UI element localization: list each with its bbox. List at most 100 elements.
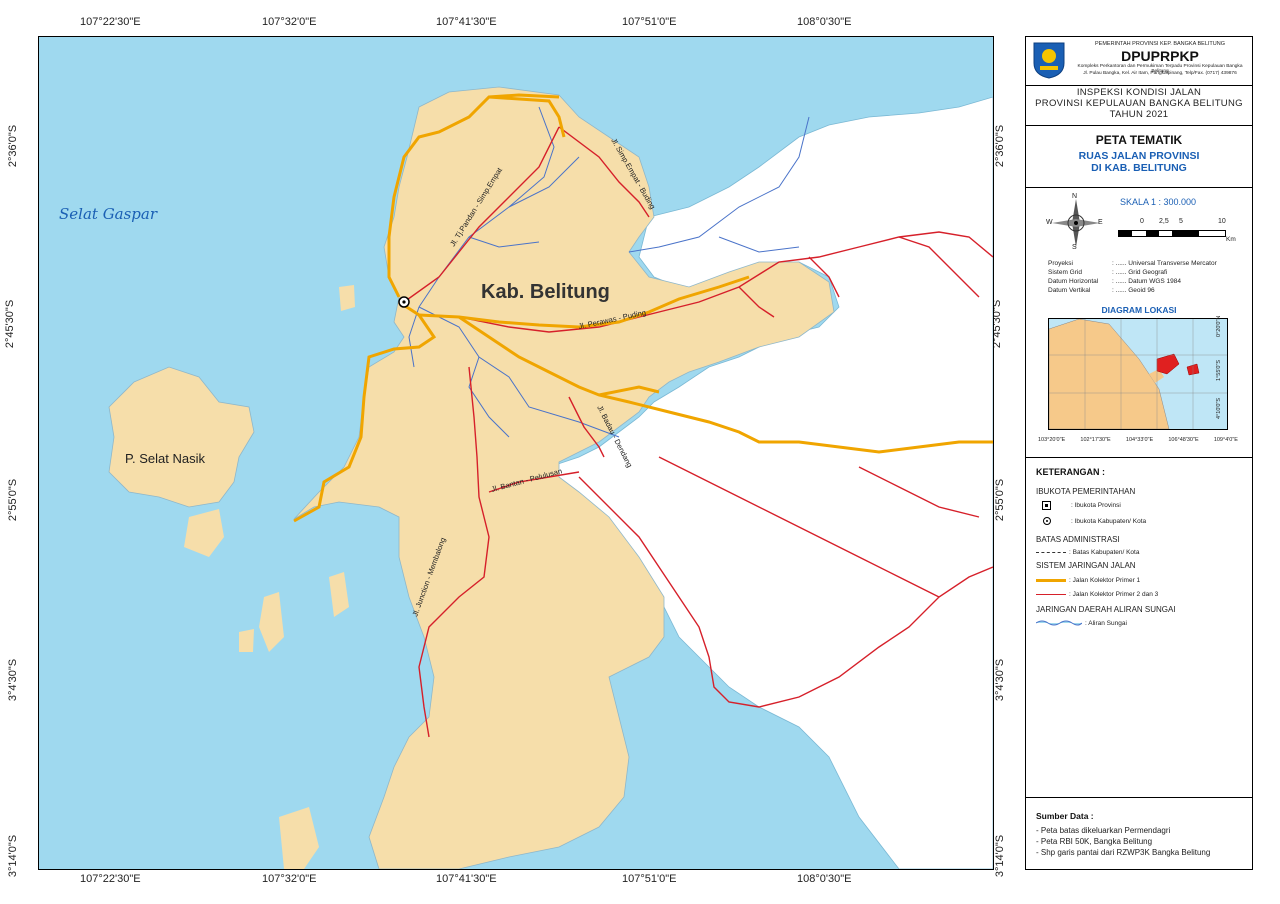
agency-line-3: Jl. Pulau Bangka, Kel. Air Itam, Pangkal… [1083,71,1237,76]
diagram-title: DIAGRAM LOKASI [1101,305,1177,315]
legend-ibukota-prov-label: : Ibukota Provinsi [1071,502,1121,509]
compass-s: S [1072,244,1077,251]
dashed-line-icon [1036,552,1066,553]
project-block: INSPEKSI KONDISI JALAN PROVINSI KEPULAUA… [1026,85,1252,126]
scale-tick-1: 2,5 [1159,218,1169,225]
legend-jalan-head: SISTEM JARINGAN JALAN [1036,561,1136,570]
coord-top-2: 107°32'0"E [262,16,317,28]
legend-ibukota-head: IBUKOTA PEMERINTAHAN [1036,487,1136,496]
projection-info: Proyeksi : ...... Universal Transverse Me… [1048,259,1248,295]
legend-ibukota-prov: : Ibukota Provinsi [1036,501,1121,510]
source-item-2: - Shp garis pantai dari RZWP3K Bangka Be… [1036,848,1211,857]
source-list: - Peta batas dikeluarkan Permendagri - P… [1036,825,1210,858]
scale-tick-0: 0 [1140,218,1144,225]
project-line-2: PROVINSI KEPULAUAN BANGKA BELITUNG [1035,98,1243,109]
legend-batas-kab-label: : Batas Kabupaten/ Kota [1069,549,1140,556]
legend-batas-kab: : Batas Kabupaten/ Kota [1036,549,1139,556]
project-line-3: TAHUN 2021 [1109,109,1169,120]
scale-tick-2: 5 [1179,218,1183,225]
sea-label: Selat Gaspar [59,205,158,223]
map-subtitle-1: RUAS JALAN PROVINSI [1078,150,1200,162]
coord-bottom-1: 107°22'30"E [80,873,141,885]
legend-ibukota-kab-label: : Ibukota Kabupaten/ Kota [1071,517,1147,525]
coord-bottom-4: 107°51'0"E [622,873,677,885]
region-label: Kab. Belitung [481,281,610,303]
circle-marker-icon [1043,517,1051,525]
legend-ibukota-kab: : Ibukota Kabupaten/ Kota [1036,517,1146,525]
coord-left-4: 3°4'30"S [7,658,20,702]
coord-left-5: 3°14'0"S [7,834,20,878]
legend-panel: PEMERINTAH PROVINSI KEP. BANGKA BELITUNG… [1025,36,1253,870]
small-island-5 [339,285,355,311]
coord-right-1: 2°36'0"S [994,124,1007,168]
coord-left-2: 2°45'30"S [4,299,17,349]
river-icon [1036,620,1082,626]
coord-top-4: 107°51'0"E [622,16,677,28]
proj-val-2: : ...... Datum WGS 1984 [1112,278,1181,285]
coord-top-5: 108°0'30"E [797,16,852,28]
diagram-coord-b2: 104°33'0"E [1125,437,1154,443]
square-marker-icon [1042,501,1051,510]
legend-jalan-k1-label: : Jalan Kolektor Primer 1 [1069,577,1141,584]
proj-val-3: : ...... Geoid 96 [1112,287,1155,294]
red-line-icon [1036,593,1066,596]
orange-line-icon [1036,579,1066,582]
agency-name: DPUPRPKP [1121,48,1199,64]
legend-jalan-k23-label: : Jalan Kolektor Primer 2 dan 3 [1069,591,1159,598]
map-canvas[interactable]: Selat Gaspar Kab. Belitung P. Selat Nasi… [38,36,994,870]
legend-jalan-k1: : Jalan Kolektor Primer 1 [1036,577,1140,584]
legend-block: KETERANGAN : IBUKOTA PEMERINTAHAN : Ibuk… [1026,457,1252,798]
coord-top-1: 107°22'30"E [80,16,141,28]
source-block: Sumber Data : - Peta batas dikeluarkan P… [1026,797,1252,869]
legend-sungai-head: JARINGAN DAERAH ALIRAN SUNGAI [1036,605,1176,614]
small-island-6 [239,629,254,652]
coord-right-4: 3°4'30"S [994,658,1007,702]
diagram-coord-b1: 102°17'30"E [1080,437,1111,443]
scale-text: SKALA 1 : 300.000 [1120,197,1197,207]
diagram-bottom-coords: 103°20'0"E 102°17'30"E 104°33'0"E 106°48… [1038,437,1238,443]
location-diagram [1048,318,1228,430]
legend-sungai: : Aliran Sungai [1036,619,1127,627]
scale-unit: Km [1226,236,1236,243]
coord-top-3: 107°41'30"E [436,16,497,28]
coord-right-5: 3°14'0"S [994,834,1007,878]
coord-bottom-2: 107°32'0"E [262,873,317,885]
map-subtitle-2: DI KAB. BELITUNG [1091,162,1187,174]
compass-w: W [1046,219,1053,226]
proj-key-0: Proyeksi [1048,260,1073,267]
island-label: P. Selat Nasik [125,451,205,466]
legend-sungai-label: : Aliran Sungai [1085,619,1127,627]
ibukota-kabupaten-marker[interactable] [398,296,410,308]
diagram-coord-b0: 103°20'0"E [1038,437,1066,443]
coord-right-3: 2°55'0"S [994,478,1007,522]
proj-key-1: Sistem Grid [1048,269,1082,276]
diagram-coord-b3: 106°48'30"E [1168,437,1199,443]
agency-header: PEMERINTAH PROVINSI KEP. BANGKA BELITUNG… [1026,37,1252,86]
compass-n: N [1072,193,1078,200]
source-title: Sumber Data : [1036,811,1094,821]
map-title: PETA TEMATIK [1095,133,1183,147]
diagram-coord-r1: 1°55'0"S [1216,359,1222,381]
map-frame: 107°22'30"E 107°32'0"E 107°41'30"E 107°5… [0,0,1280,904]
scale-tick-3: 10 [1218,218,1226,225]
scale-diagram-block: N S W E SKALA 1 : 300.000 0 2,5 5 10 Km … [1026,187,1252,458]
title-block: PETA TEMATIK RUAS JALAN PROVINSI DI KAB.… [1026,125,1252,188]
legend-title: KETERANGAN : [1036,467,1105,477]
coord-left-1: 2°36'0"S [7,124,20,168]
compass-e: E [1098,219,1103,226]
proj-key-2: Datum Horizontal [1048,278,1099,285]
proj-key-3: Datum Vertikal [1048,287,1091,294]
project-line-1: INSPEKSI KONDISI JALAN [1076,87,1202,98]
agency-line-1: PEMERINTAH PROVINSI KEP. BANGKA BELITUNG [1095,41,1225,47]
coord-bottom-3: 107°41'30"E [436,873,497,885]
coord-left-3: 2°55'0"S [7,478,20,522]
source-item-0: - Peta batas dikeluarkan Permendagri [1036,826,1171,835]
diagram-coord-r2: 4°10'0"S [1216,397,1222,419]
source-item-1: - Peta RBI 50K, Bangka Belitung [1036,837,1153,846]
diagram-coord-b4: 109°4'0"E [1213,437,1238,443]
province-logo-icon [1033,42,1065,79]
legend-jalan-k23: : Jalan Kolektor Primer 2 dan 3 [1036,591,1158,598]
scale-bar [1118,230,1226,237]
proj-val-0: : ...... Universal Transverse Mercator [1112,260,1217,267]
proj-val-1: : ...... Grid Geografi [1112,269,1168,276]
